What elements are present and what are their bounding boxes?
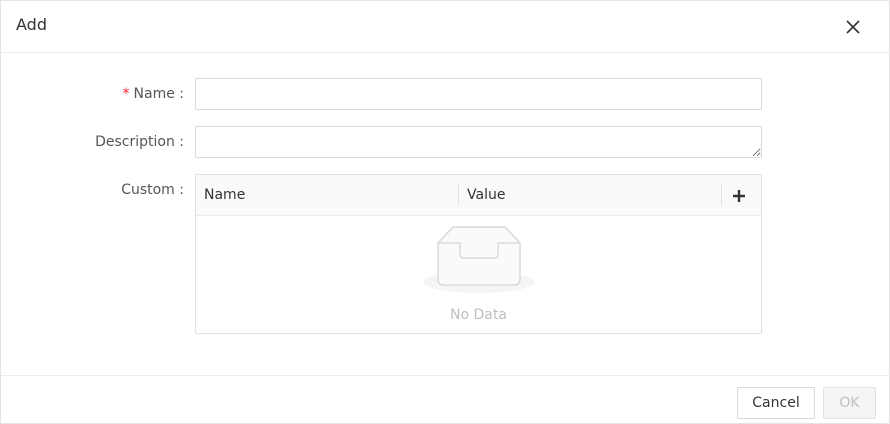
close-icon — [846, 20, 860, 34]
column-header-name: Name — [204, 187, 246, 203]
custom-table-header: Name Value — [196, 175, 761, 216]
column-header-value: Value — [467, 187, 506, 203]
empty-inbox-icon — [423, 226, 535, 293]
add-row-button[interactable] — [728, 185, 750, 207]
close-button[interactable] — [839, 13, 867, 41]
cancel-button[interactable]: Cancel — [737, 387, 815, 419]
required-mark: * — [122, 86, 130, 102]
column-divider — [458, 184, 459, 206]
dialog-footer: Cancel OK — [1, 375, 889, 423]
name-label-text: Name : — [133, 86, 184, 102]
name-label: * Name : — [123, 86, 184, 102]
empty-text: No Data — [450, 307, 507, 323]
plus-icon — [733, 190, 745, 202]
dialog-title: Add — [16, 15, 47, 34]
name-input[interactable] — [195, 78, 762, 110]
custom-label: Custom : — [121, 182, 184, 198]
add-dialog: Add * Name : Description : Custom : Name … — [0, 0, 890, 424]
description-textarea[interactable] — [195, 126, 762, 158]
description-label: Description : — [95, 134, 184, 150]
custom-table: Name Value No Data — [195, 174, 762, 334]
ok-button[interactable]: OK — [823, 387, 876, 419]
column-divider — [721, 184, 722, 206]
dialog-header: Add — [1, 1, 889, 53]
